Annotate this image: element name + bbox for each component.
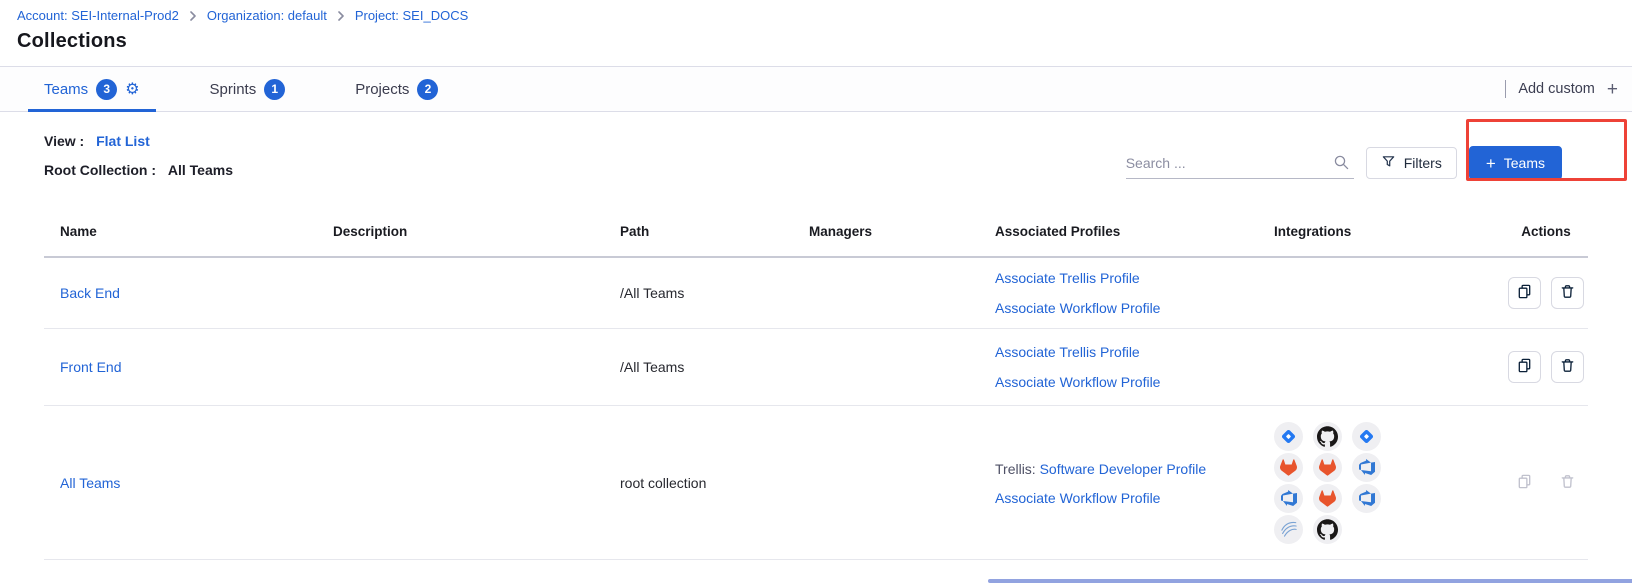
integrations-cell [1274,422,1504,544]
page-title: Collections [17,30,127,53]
root-collection-row: Root Collection : All Teams [44,162,233,178]
table-header: Name Description Path Managers Associate… [44,206,1588,258]
add-custom-button[interactable]: Add custom + [1505,67,1618,111]
search-icon [1333,154,1350,176]
filters-label: Filters [1404,155,1442,171]
chevron-right-icon [189,11,197,21]
view-bar: View : Flat List Root Collection : All T… [44,133,233,191]
plus-icon: + [1607,80,1618,99]
jira-icon [1352,422,1381,451]
gear-icon[interactable]: ⚙ [125,81,139,97]
copy-button[interactable] [1508,277,1541,309]
breadcrumb-project-link[interactable]: Project: SEI_DOCS [355,8,468,23]
gitlab-icon [1274,453,1303,482]
collections-page: Account: SEI-Internal-Prod2 Organization… [0,0,1632,585]
breadcrumb-account-link[interactable]: Account: SEI-Internal-Prod2 [17,8,179,23]
tab-teams[interactable]: Teams 3 ⚙ [28,67,156,111]
tabs: Teams 3 ⚙ Sprints 1 Projects 2 [28,67,454,111]
software-developer-profile-link[interactable]: Software Developer Profile [1040,461,1207,477]
collection-name-link[interactable]: All Teams [60,475,120,491]
teams-count-badge: 3 [96,79,117,100]
copy-icon [1516,283,1533,303]
gitlab-icon [1313,453,1342,482]
tab-bar: Teams 3 ⚙ Sprints 1 Projects 2 Add custo… [0,66,1632,112]
trash-icon [1559,283,1576,303]
chevron-right-icon [337,11,345,21]
vertical-divider [1505,80,1506,98]
jira-icon [1274,422,1303,451]
copy-button[interactable] [1508,351,1541,383]
plus-icon: + [1486,155,1496,172]
actions-cell [1504,351,1588,383]
filters-button[interactable]: Filters [1366,147,1457,179]
tab-teams-label: Teams [44,81,88,98]
collection-name-link[interactable]: Front End [60,359,121,375]
table-row: Front End /All Teams Associate Trellis P… [44,329,1588,406]
trash-icon [1559,357,1576,377]
root-collection-label: Root Collection : [44,162,156,178]
copy-icon [1516,357,1533,377]
azure-devops-icon [1352,453,1381,482]
projects-count-badge: 2 [417,79,438,100]
root-collection-value: All Teams [168,162,233,178]
breadcrumb: Account: SEI-Internal-Prod2 Organization… [17,8,468,23]
associate-trellis-profile-link[interactable]: Associate Trellis Profile [995,263,1274,293]
sprints-count-badge: 1 [264,79,285,100]
integration-icon-grid [1274,422,1381,544]
column-header-managers: Managers [809,224,995,239]
trellis-prefix-label: Trellis: [995,461,1036,477]
tab-sprints-label: Sprints [210,81,257,98]
collection-name-link[interactable]: Back End [60,285,120,301]
delete-button[interactable] [1551,351,1584,383]
collections-table: Name Description Path Managers Associate… [44,206,1588,560]
trash-icon [1559,473,1576,493]
column-header-associated-profiles: Associated Profiles [995,224,1274,239]
copy-icon [1516,473,1533,493]
github-icon [1313,515,1342,544]
associated-profiles-cell: Associate Trellis Profile Associate Work… [995,337,1274,397]
table-controls: Filters + Teams [1126,146,1562,180]
associate-workflow-profile-link[interactable]: Associate Workflow Profile [995,484,1274,512]
path-cell: root collection [620,475,809,491]
add-custom-label: Add custom [1518,81,1595,97]
azure-devops-icon [1274,484,1303,513]
associate-workflow-profile-link[interactable]: Associate Workflow Profile [995,367,1274,397]
table-row: Back End /All Teams Associate Trellis Pr… [44,258,1588,329]
view-row: View : Flat List [44,133,233,149]
delete-button-disabled [1551,467,1584,499]
delete-button[interactable] [1551,277,1584,309]
add-teams-label: Teams [1504,155,1545,171]
actions-cell [1504,467,1588,499]
flat-list-link[interactable]: Flat List [96,133,150,149]
associated-profiles-cell: Associate Trellis Profile Associate Work… [995,263,1274,323]
azure-devops-icon [1352,484,1381,513]
tab-sprints[interactable]: Sprints 1 [194,67,302,111]
associated-profiles-cell: Trellis: Software Developer Profile Asso… [995,454,1274,512]
add-teams-button[interactable]: + Teams [1469,146,1562,180]
github-icon [1313,422,1342,451]
filter-funnel-icon [1381,154,1396,172]
associate-trellis-profile-link[interactable]: Associate Trellis Profile [995,337,1274,367]
column-header-description: Description [333,224,620,239]
column-header-path: Path [620,224,809,239]
path-cell: /All Teams [620,359,809,375]
view-label: View : [44,133,84,149]
column-header-integrations: Integrations [1274,224,1504,239]
sonarqube-icon [1274,515,1303,544]
tab-projects-label: Projects [355,81,409,98]
path-cell: /All Teams [620,285,809,301]
actions-cell [1504,277,1588,309]
search-field [1126,147,1354,179]
tab-projects[interactable]: Projects 2 [339,67,454,111]
breadcrumb-organization-link[interactable]: Organization: default [207,8,327,23]
column-header-actions: Actions [1504,224,1588,239]
copy-button-disabled [1508,467,1541,499]
table-row: All Teams root collection Trellis: Softw… [44,406,1588,560]
search-input[interactable] [1126,155,1326,171]
gitlab-icon [1313,484,1342,513]
partial-bottom-element [988,579,1632,583]
column-header-name: Name [44,224,333,239]
associate-workflow-profile-link[interactable]: Associate Workflow Profile [995,293,1274,323]
